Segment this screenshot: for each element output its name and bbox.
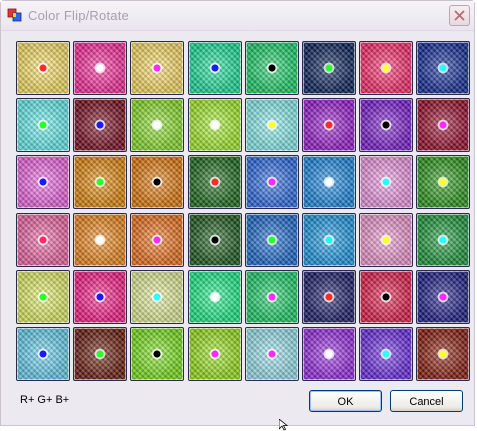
color-tile-r2-c2[interactable] (73, 98, 127, 152)
color-tile-r3-c4[interactable] (188, 155, 242, 209)
color-tile-r2-c6[interactable] (302, 98, 356, 152)
color-tile-r3-c5[interactable] (245, 155, 299, 209)
color-flip-rotate-dialog: Color Flip/Rotate R+ G+ B+ OK Cancel (0, 0, 475, 426)
app-icon (7, 7, 23, 23)
color-tile-r5-c3[interactable] (130, 270, 184, 324)
mouse-cursor-icon (279, 419, 289, 431)
close-icon (454, 10, 465, 21)
color-tile-r1-c7[interactable] (359, 41, 413, 95)
color-tile-r4-c6[interactable] (302, 213, 356, 267)
color-tile-r5-c4[interactable] (188, 270, 242, 324)
color-tile-r1-c8[interactable] (416, 41, 470, 95)
color-tile-r5-c6[interactable] (302, 270, 356, 324)
color-tile-r2-c7[interactable] (359, 98, 413, 152)
ok-button[interactable]: OK (309, 390, 382, 412)
color-tile-r2-c5[interactable] (245, 98, 299, 152)
color-tile-r5-c2[interactable] (73, 270, 127, 324)
color-tile-r3-c7[interactable] (359, 155, 413, 209)
color-tile-r2-c8[interactable] (416, 98, 470, 152)
color-tile-r2-c3[interactable] (130, 98, 184, 152)
color-tile-r2-c1[interactable] (16, 98, 70, 152)
color-tile-r3-c2[interactable] (73, 155, 127, 209)
color-tile-r4-c8[interactable] (416, 213, 470, 267)
color-tile-r1-c2[interactable] (73, 41, 127, 95)
channel-status-label: R+ G+ B+ (20, 394, 70, 406)
color-tile-r4-c3[interactable] (130, 213, 184, 267)
color-tile-r5-c7[interactable] (359, 270, 413, 324)
color-tile-r1-c6[interactable] (302, 41, 356, 95)
color-tile-r6-c4[interactable] (188, 327, 242, 381)
color-tile-r1-c1[interactable] (16, 41, 70, 95)
color-tile-r4-c2[interactable] (73, 213, 127, 267)
color-tile-r5-c5[interactable] (245, 270, 299, 324)
color-tile-r5-c8[interactable] (416, 270, 470, 324)
color-tile-r4-c4[interactable] (188, 213, 242, 267)
color-tile-r3-c8[interactable] (416, 155, 470, 209)
color-tile-r4-c5[interactable] (245, 213, 299, 267)
color-tile-r1-c5[interactable] (245, 41, 299, 95)
title-bar[interactable]: Color Flip/Rotate (1, 1, 474, 31)
cancel-button[interactable]: Cancel (390, 390, 463, 412)
color-tile-r6-c5[interactable] (245, 327, 299, 381)
color-tile-r2-c4[interactable] (188, 98, 242, 152)
color-tile-r6-c1[interactable] (16, 327, 70, 381)
color-tile-r6-c2[interactable] (73, 327, 127, 381)
color-tile-r6-c3[interactable] (130, 327, 184, 381)
color-tile-r3-c3[interactable] (130, 155, 184, 209)
color-tile-r5-c1[interactable] (16, 270, 70, 324)
color-tile-r6-c6[interactable] (302, 327, 356, 381)
close-button[interactable] (449, 5, 470, 26)
color-tile-r6-c7[interactable] (359, 327, 413, 381)
color-tile-r3-c1[interactable] (16, 155, 70, 209)
color-tile-r4-c1[interactable] (16, 213, 70, 267)
color-tile-r4-c7[interactable] (359, 213, 413, 267)
window-title: Color Flip/Rotate (28, 8, 129, 23)
color-tile-r1-c4[interactable] (188, 41, 242, 95)
color-tile-r1-c3[interactable] (130, 41, 184, 95)
color-tile-r6-c8[interactable] (416, 327, 470, 381)
color-tile-r3-c6[interactable] (302, 155, 356, 209)
